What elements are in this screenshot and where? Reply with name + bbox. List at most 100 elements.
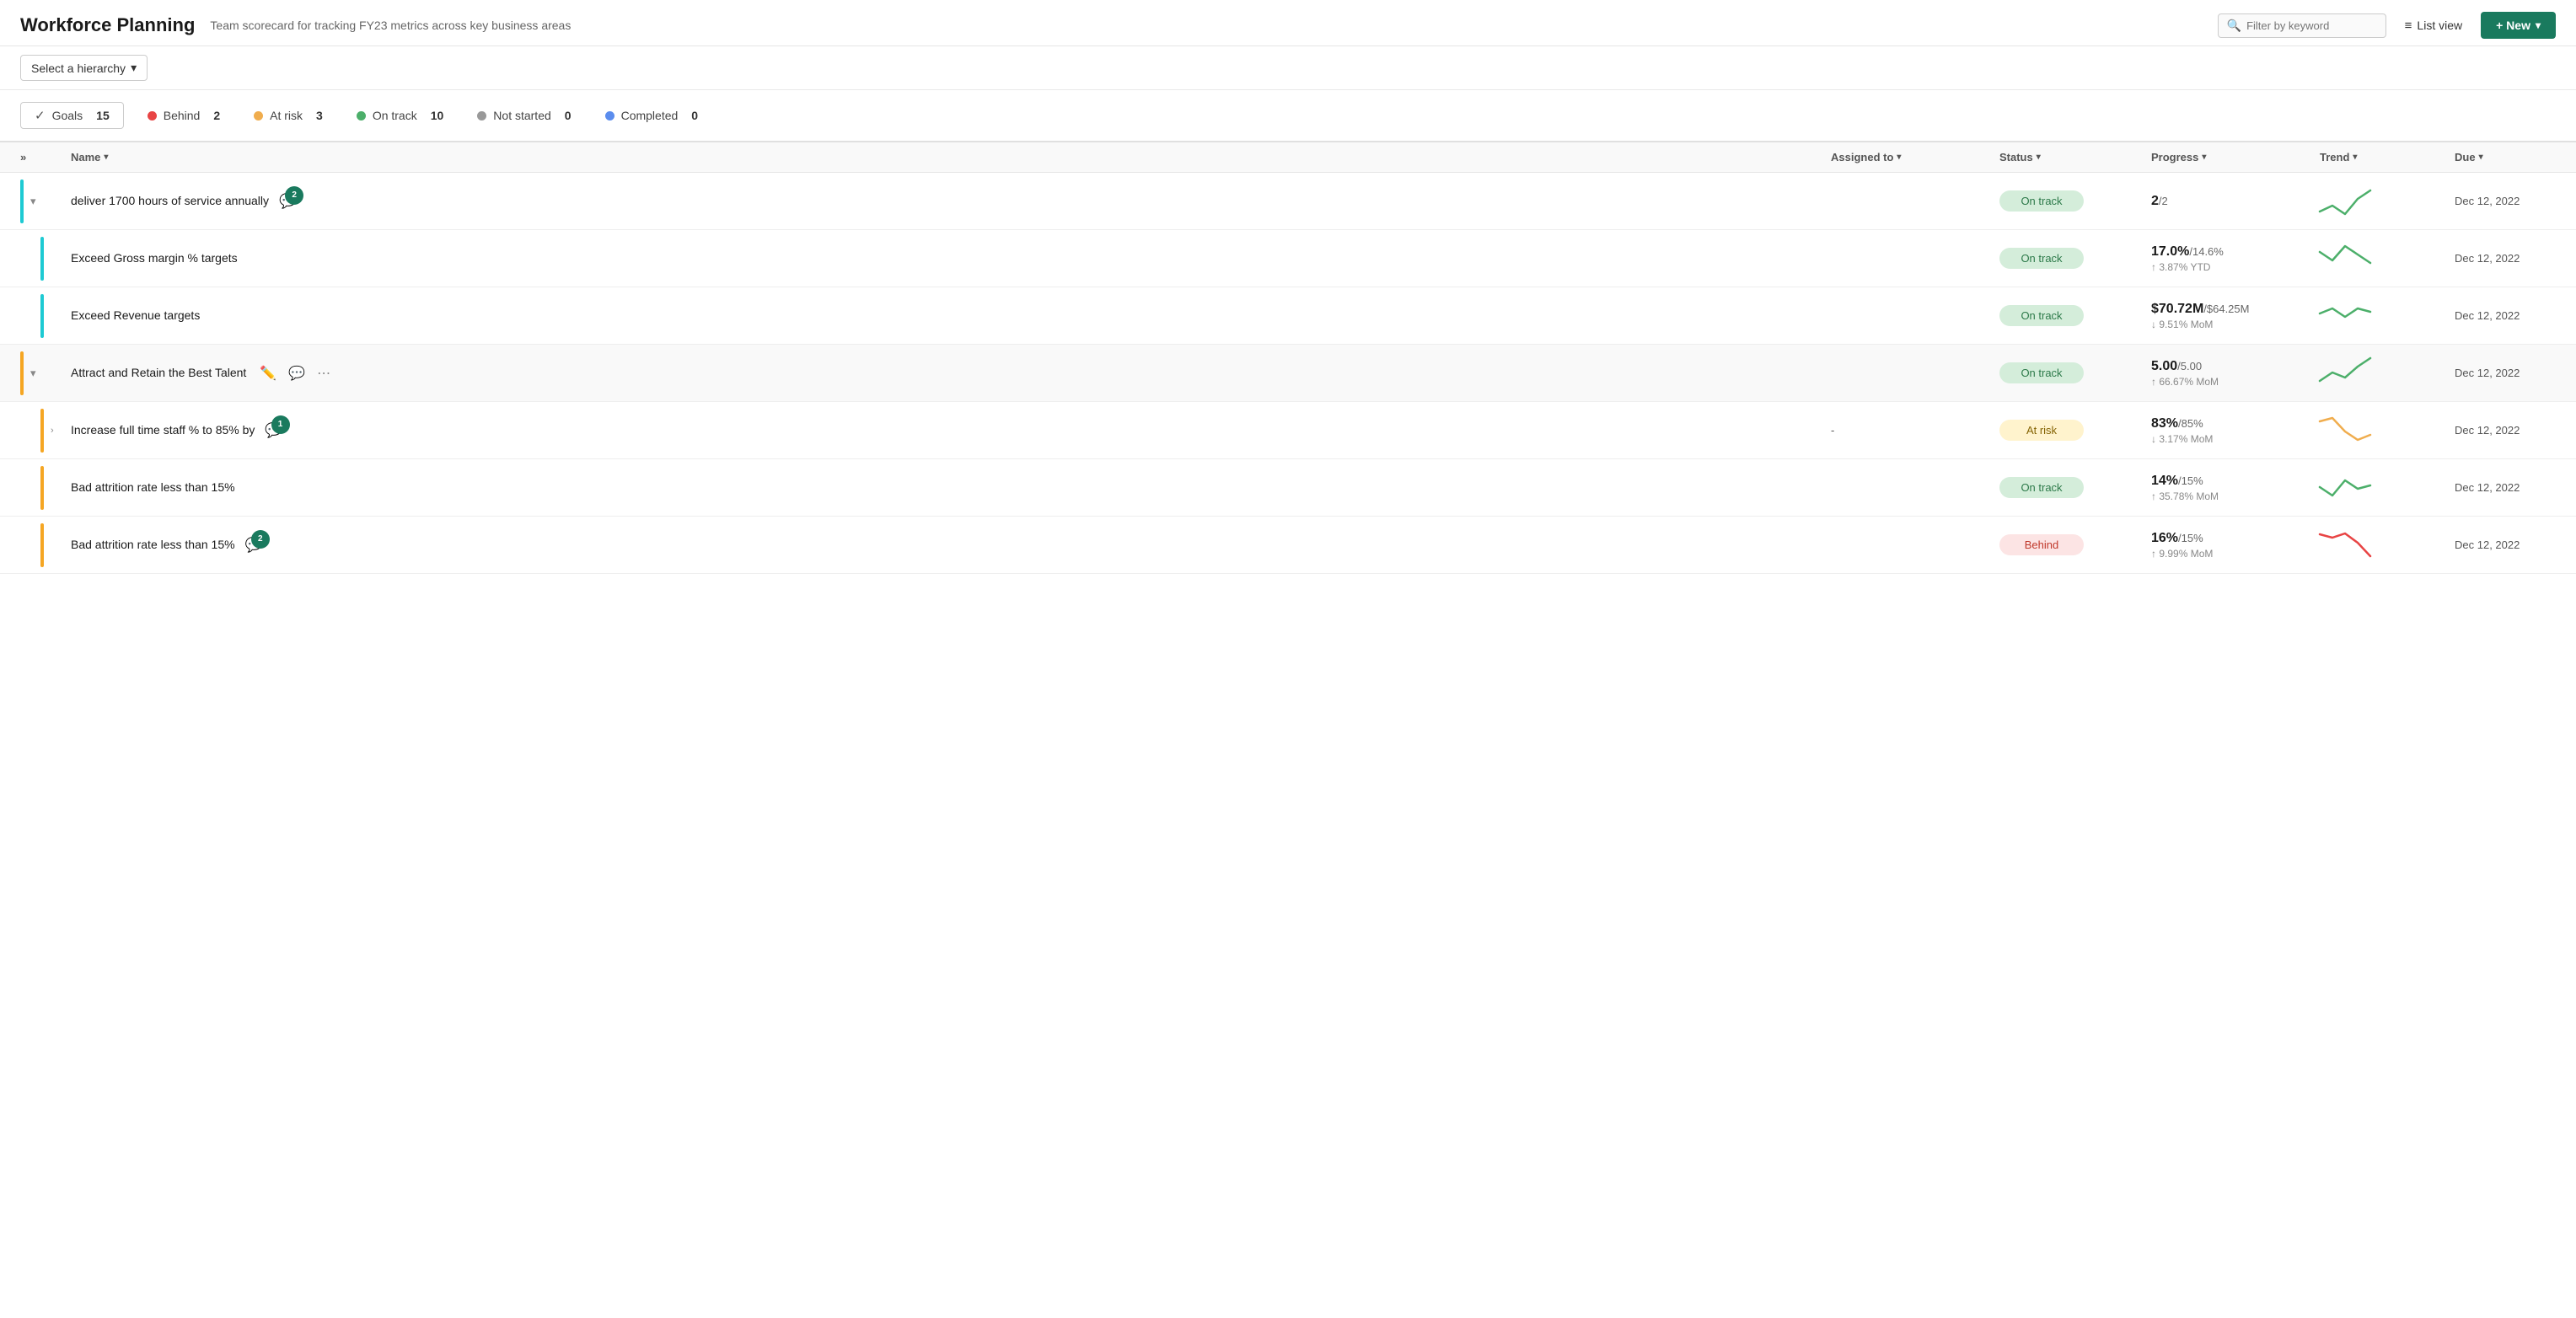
col-status-chevron-icon: ▾	[2037, 153, 2041, 162]
col-progress-chevron-icon: ▾	[2202, 153, 2206, 162]
behind-dot	[148, 111, 157, 121]
table-container: » Name ▾ Assigned to ▾ Status ▾ Progress…	[0, 142, 2576, 574]
due-cell: Dec 12, 2022	[2455, 367, 2556, 379]
row-bar	[20, 351, 24, 395]
col-due-label: Due	[2455, 151, 2476, 163]
table-row: › Increase full time staff % to 85% by 💬…	[0, 402, 2576, 459]
new-button-label: + New	[2496, 19, 2530, 32]
progress-cell: 17.0%/14.6% ↑ 3.87% YTD	[2151, 244, 2320, 273]
progress-value: $70.72M/$64.25M	[2151, 302, 2320, 317]
trend-cell	[2320, 526, 2455, 564]
trend-chart	[2320, 182, 2379, 220]
comment-badge[interactable]: 💬 2	[245, 537, 263, 554]
row-indent-3	[20, 294, 71, 338]
row-actions: 💬 2	[245, 537, 263, 554]
table-row: Bad attrition rate less than 15% On trac…	[0, 459, 2576, 517]
expand-button[interactable]: ▾	[27, 193, 40, 210]
col-assigned-chevron-icon: ▾	[1897, 153, 1901, 162]
expand-button[interactable]: ▾	[27, 365, 40, 382]
trend-chart	[2320, 526, 2379, 564]
due-cell: Dec 12, 2022	[2455, 538, 2556, 551]
row-actions: ✏️ 💬 ⋯	[256, 363, 334, 383]
search-input[interactable]	[2246, 19, 2377, 32]
status-badge: On track	[1999, 190, 2084, 212]
assigned-cell: -	[1831, 424, 1999, 437]
progress-cell: 14%/15% ↑ 35.78% MoM	[2151, 474, 2320, 502]
col-status[interactable]: Status ▾	[1999, 151, 2151, 163]
col-assigned-label: Assigned to	[1831, 151, 1893, 163]
progress-sub: ↑ 3.87% YTD	[2151, 261, 2320, 273]
progress-sub: ↓ 9.51% MoM	[2151, 319, 2320, 330]
trend-cell	[2320, 297, 2455, 335]
status-badge: On track	[1999, 305, 2084, 326]
table-row: ▾ deliver 1700 hours of service annually…	[0, 173, 2576, 230]
select-hierarchy-button[interactable]: Select a hierarchy ▾	[20, 55, 148, 81]
progress-cell: 5.00/5.00 ↑ 66.67% MoM	[2151, 359, 2320, 388]
status-badge: On track	[1999, 362, 2084, 383]
status-cell: At risk	[1999, 420, 2151, 441]
col-trend[interactable]: Trend ▾	[2320, 151, 2455, 163]
progress-sub: ↑ 35.78% MoM	[2151, 490, 2320, 502]
stat-at-risk[interactable]: At risk 3	[254, 104, 340, 127]
row-indent-5: ›	[20, 409, 71, 453]
goal-name: Attract and Retain the Best Talent	[71, 365, 246, 382]
progress-cell: 16%/15% ↑ 9.99% MoM	[2151, 531, 2320, 560]
progress-value: 83%/85%	[2151, 416, 2320, 431]
stat-behind[interactable]: Behind 2	[148, 104, 237, 127]
goals-label: Goals	[52, 109, 83, 122]
name-cell: Attract and Retain the Best Talent ✏️ 💬 …	[71, 355, 1831, 392]
row-bar	[40, 294, 44, 338]
status-badge: On track	[1999, 248, 2084, 269]
name-cell: Exceed Gross margin % targets	[71, 242, 1831, 276]
col-status-label: Status	[1999, 151, 2033, 163]
comment-button[interactable]: 💬	[285, 363, 309, 383]
trend-cell	[2320, 239, 2455, 277]
progress-value: 2/2	[2151, 194, 2320, 209]
row-actions: 💬 2	[279, 193, 297, 210]
progress-value: 17.0%/14.6%	[2151, 244, 2320, 260]
table-row: Exceed Gross margin % targets On track 1…	[0, 230, 2576, 287]
not-started-count: 0	[565, 109, 572, 122]
status-cell: On track	[1999, 305, 2151, 326]
progress-sub: ↓ 3.17% MoM	[2151, 433, 2320, 445]
status-badge: Behind	[1999, 534, 2084, 555]
more-button[interactable]: ⋯	[314, 363, 334, 383]
stat-completed[interactable]: Completed 0	[605, 104, 716, 127]
stat-on-track[interactable]: On track 10	[357, 104, 460, 127]
col-due[interactable]: Due ▾	[2455, 151, 2556, 163]
comment-badge[interactable]: 💬 2	[279, 193, 297, 210]
progress-value: 16%/15%	[2151, 531, 2320, 546]
col-assigned[interactable]: Assigned to ▾	[1831, 151, 1999, 163]
stat-not-started[interactable]: Not started 0	[477, 104, 588, 127]
due-cell: Dec 12, 2022	[2455, 481, 2556, 494]
progress-cell: $70.72M/$64.25M ↓ 9.51% MoM	[2151, 302, 2320, 330]
col-name[interactable]: Name ▾	[71, 151, 1831, 163]
comment-badge[interactable]: 💬 1	[265, 422, 282, 439]
list-view-button[interactable]: ≡ List view	[2398, 14, 2469, 37]
new-button[interactable]: + New ▾	[2481, 12, 2556, 39]
expand-child-button[interactable]: ›	[47, 424, 57, 437]
status-badge: On track	[1999, 477, 2084, 498]
new-chevron-icon: ▾	[2536, 19, 2541, 31]
edit-button[interactable]: ✏️	[256, 363, 280, 383]
goal-name: Exceed Revenue targets	[71, 308, 200, 324]
expand-all-icon[interactable]: »	[20, 151, 26, 163]
stat-goals[interactable]: ✓ Goals 15	[20, 102, 124, 129]
goal-name: Bad attrition rate less than 15%	[71, 480, 235, 496]
col-progress[interactable]: Progress ▾	[2151, 151, 2320, 163]
trend-chart	[2320, 239, 2379, 277]
search-bar[interactable]: 🔍	[2218, 13, 2386, 38]
row-actions: 💬 1	[265, 422, 282, 439]
progress-sub: ↑ 66.67% MoM	[2151, 376, 2320, 388]
on-track-label: On track	[373, 109, 417, 122]
progress-value: 5.00/5.00	[2151, 359, 2320, 374]
goal-name: Bad attrition rate less than 15%	[71, 537, 235, 554]
hierarchy-label: Select a hierarchy	[31, 62, 126, 75]
table-row: Bad attrition rate less than 15% 💬 2 Beh…	[0, 517, 2576, 574]
row-bar	[40, 466, 44, 510]
status-badge: At risk	[1999, 420, 2084, 441]
row-indent-1: ▾	[20, 179, 71, 223]
due-cell: Dec 12, 2022	[2455, 195, 2556, 207]
progress-sub: ↑ 9.99% MoM	[2151, 548, 2320, 560]
app-subtitle: Team scorecard for tracking FY23 metrics…	[210, 19, 2217, 32]
